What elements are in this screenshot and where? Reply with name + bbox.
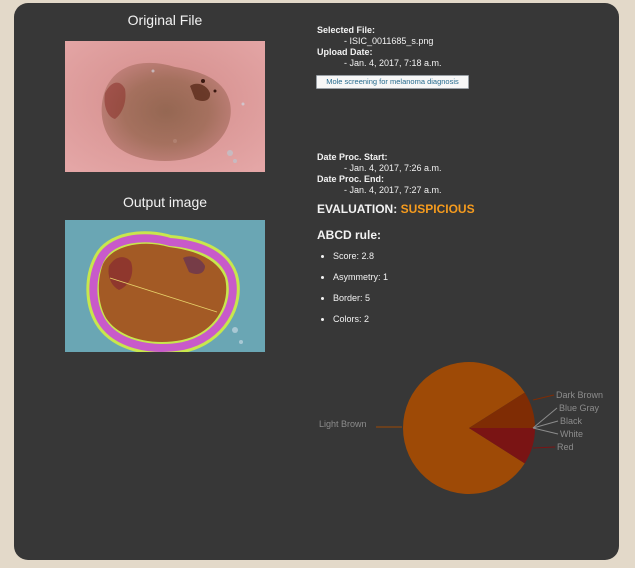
score-item: Score: 2.8: [333, 244, 388, 265]
proc-start-value: - Jan. 4, 2017, 7:26 a.m.: [344, 163, 442, 173]
evaluation-label: EVALUATION:: [317, 202, 398, 216]
asymmetry-item: Asymmetry: 1: [333, 265, 388, 286]
abcd-criteria-list: Score: 2.8 Asymmetry: 1 Border: 5 Colors…: [317, 244, 388, 328]
proc-end-value: - Jan. 4, 2017, 7:27 a.m.: [344, 185, 442, 195]
selected-file-label: Selected File:: [317, 25, 376, 35]
border-item: Border: 5: [333, 286, 388, 307]
proc-start-label: Date Proc. Start:: [317, 152, 388, 162]
proc-end-label: Date Proc. End:: [317, 174, 385, 184]
melanoma-diagnosis-button[interactable]: Mole screening for melanoma diagnosis: [316, 75, 469, 89]
selected-file-value: - ISIC_0011685_s.png: [344, 36, 434, 46]
original-file-heading: Original File: [127, 12, 203, 28]
original-lesion-image: [65, 41, 265, 172]
output-image-heading: Output image: [122, 194, 208, 210]
evaluation-status: SUSPICIOUS: [400, 202, 475, 216]
file-info: Selected File: - ISIC_0011685_s.png Uplo…: [317, 25, 442, 69]
processing-info: Date Proc. Start: - Jan. 4, 2017, 7:26 a…: [317, 152, 442, 196]
upload-date-value: - Jan. 4, 2017, 7:18 a.m.: [344, 58, 442, 68]
output-segmentation-image: [65, 220, 265, 352]
abcd-title: ABCD rule:: [317, 228, 382, 242]
upload-date-label: Upload Date:: [317, 47, 373, 57]
colors-item: Colors: 2: [333, 307, 388, 328]
evaluation-line: EVALUATION: SUSPICIOUS: [317, 202, 475, 216]
